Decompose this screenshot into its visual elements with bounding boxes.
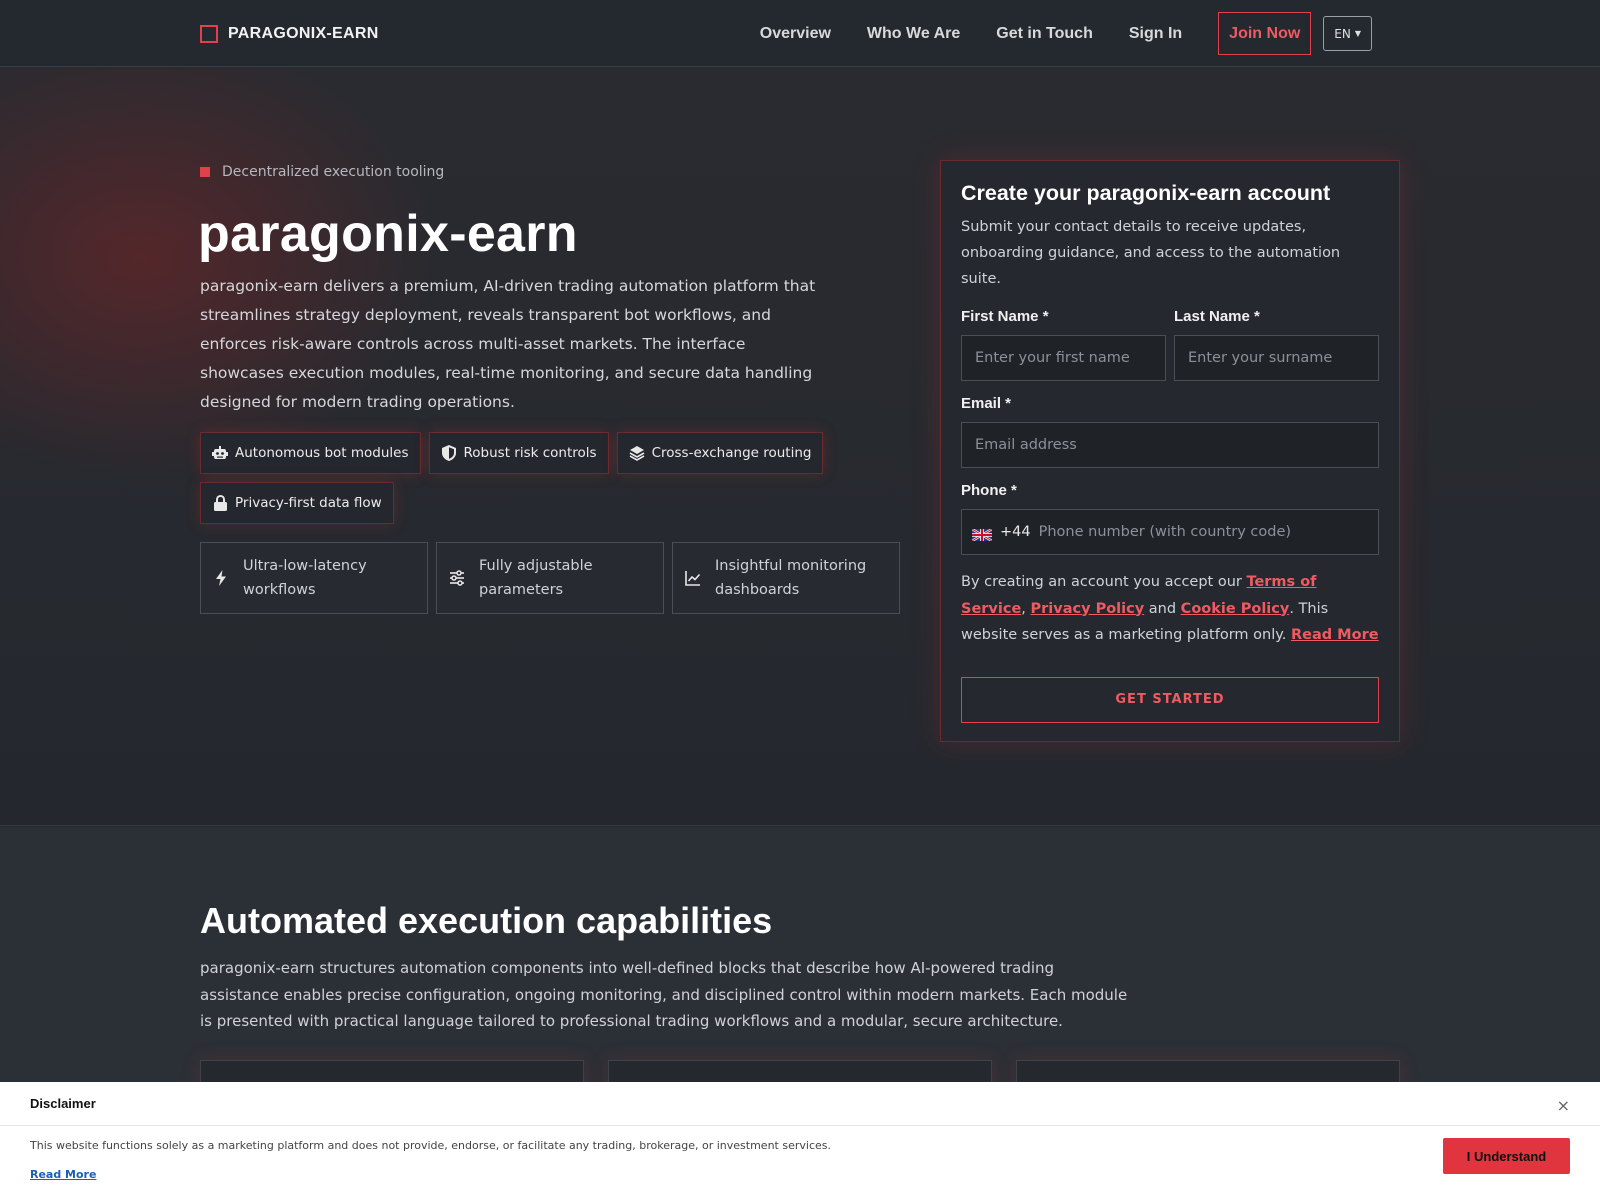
chart-line-icon bbox=[685, 570, 701, 586]
sliders-icon bbox=[449, 570, 465, 586]
and-text: and bbox=[1148, 600, 1177, 617]
chip-risk-controls: Robust risk controls bbox=[428, 432, 609, 474]
main-nav: Overview Who We Are Get in Touch Sign In… bbox=[760, 12, 1372, 55]
chip-label: Robust risk controls bbox=[463, 445, 597, 461]
signup-form-card: Create your paragonix-earn account Submi… bbox=[940, 160, 1400, 742]
caret-down-icon: ▼ bbox=[1354, 29, 1361, 38]
terms-prefix: By creating an account you accept our bbox=[961, 574, 1242, 590]
join-now-button[interactable]: Join Now bbox=[1218, 12, 1312, 55]
nav-link-overview[interactable]: Overview bbox=[760, 25, 831, 43]
form-subtitle: Submit your contact details to receive u… bbox=[961, 219, 1341, 287]
uk-flag-icon[interactable] bbox=[971, 526, 993, 543]
chip-label: Autonomous bot modules bbox=[235, 445, 409, 461]
feature-label: Fully adjustable parameters bbox=[479, 558, 593, 598]
feature-monitoring-dashboards: Insightful monitoring dashboards bbox=[672, 542, 900, 614]
layers-icon bbox=[629, 445, 645, 461]
eyebrow-square-icon bbox=[200, 167, 210, 177]
nav-link-sign-in[interactable]: Sign In bbox=[1129, 25, 1182, 43]
language-selector[interactable]: EN ▼ bbox=[1323, 16, 1372, 51]
name-row: First Name * Last Name * bbox=[961, 308, 1379, 381]
hero-description: paragonix-earn delivers a premium, AI-dr… bbox=[200, 277, 816, 411]
close-icon[interactable]: × bbox=[1557, 1096, 1570, 1115]
disclaimer-title: Disclaimer bbox=[0, 1082, 1600, 1126]
cookie-policy-link[interactable]: Cookie Policy bbox=[1181, 601, 1290, 617]
feature-low-latency: Ultra-low-latency workflows bbox=[200, 542, 428, 614]
logo-square-icon bbox=[200, 25, 218, 43]
feature-label: Insightful monitoring dashboards bbox=[715, 558, 867, 598]
phone-label: Phone * bbox=[961, 482, 1017, 499]
brand-logo[interactable]: PARAGONIX-EARN bbox=[200, 24, 379, 44]
phone-group: Phone * +44 bbox=[961, 482, 1379, 555]
last-name-input[interactable] bbox=[1174, 335, 1379, 381]
first-name-label: First Name * bbox=[961, 308, 1049, 325]
disclaimer-read-more-link[interactable]: Read More bbox=[30, 1168, 96, 1181]
disclaimer-text: This website functions solely as a marke… bbox=[30, 1139, 831, 1152]
chip-cross-exchange: Cross-exchange routing bbox=[616, 432, 824, 474]
feature-adjustable-parameters: Fully adjustable parameters bbox=[436, 542, 664, 614]
capabilities-description: paragonix-earn structures automation com… bbox=[200, 959, 1128, 1030]
email-field[interactable] bbox=[961, 422, 1379, 468]
last-name-label: Last Name * bbox=[1174, 308, 1260, 325]
i-understand-button[interactable]: I Understand bbox=[1443, 1138, 1570, 1174]
robot-icon bbox=[212, 445, 228, 461]
brand-name: PARAGONIX-EARN bbox=[228, 25, 379, 42]
hero-title: paragonix-earn bbox=[198, 205, 578, 263]
nav-link-who-we-are[interactable]: Who We Are bbox=[867, 25, 960, 43]
privacy-policy-link[interactable]: Privacy Policy bbox=[1031, 601, 1145, 617]
phone-input[interactable] bbox=[1038, 524, 1368, 540]
first-name-input[interactable] bbox=[961, 335, 1166, 381]
first-name-group: First Name * bbox=[961, 308, 1166, 381]
disclaimer-banner: Disclaimer × This website functions sole… bbox=[0, 1082, 1600, 1200]
read-more-link[interactable]: Read More bbox=[1291, 627, 1379, 643]
hero-section: Decentralized execution tooling paragoni… bbox=[0, 68, 1600, 826]
lock-icon bbox=[212, 495, 228, 511]
chip-label: Privacy-first data flow bbox=[235, 495, 382, 511]
shield-icon bbox=[441, 445, 457, 461]
feature-label: Ultra-low-latency workflows bbox=[243, 558, 367, 598]
form-title: Create your paragonix-earn account bbox=[961, 181, 1331, 205]
phone-field-wrapper: +44 bbox=[961, 509, 1379, 555]
chip-label: Cross-exchange routing bbox=[651, 445, 812, 461]
email-group: Email * bbox=[961, 395, 1379, 468]
email-label: Email * bbox=[961, 395, 1012, 412]
top-navigation-bar: PARAGONIX-EARN Overview Who We Are Get i… bbox=[0, 0, 1600, 67]
terms-text: By creating an account you accept our Te… bbox=[961, 574, 1379, 643]
capabilities-title: Automated execution capabilities bbox=[200, 900, 773, 941]
last-name-group: Last Name * bbox=[1174, 308, 1379, 381]
feature-tiles: Ultra-low-latency workflows Fully adjust… bbox=[200, 542, 900, 614]
bolt-icon bbox=[213, 570, 229, 586]
chip-privacy: Privacy-first data flow bbox=[200, 482, 394, 524]
eyebrow-text: Decentralized execution tooling bbox=[222, 164, 445, 180]
language-code: EN bbox=[1334, 26, 1351, 41]
feature-chips: Autonomous bot modules Robust risk contr… bbox=[200, 432, 880, 524]
chip-bot-modules: Autonomous bot modules bbox=[200, 432, 421, 474]
get-started-button[interactable]: GET STARTED bbox=[961, 676, 1379, 723]
nav-link-get-in-touch[interactable]: Get in Touch bbox=[996, 25, 1093, 43]
dial-code: +44 bbox=[1000, 524, 1031, 540]
hero-eyebrow: Decentralized execution tooling bbox=[200, 164, 444, 180]
